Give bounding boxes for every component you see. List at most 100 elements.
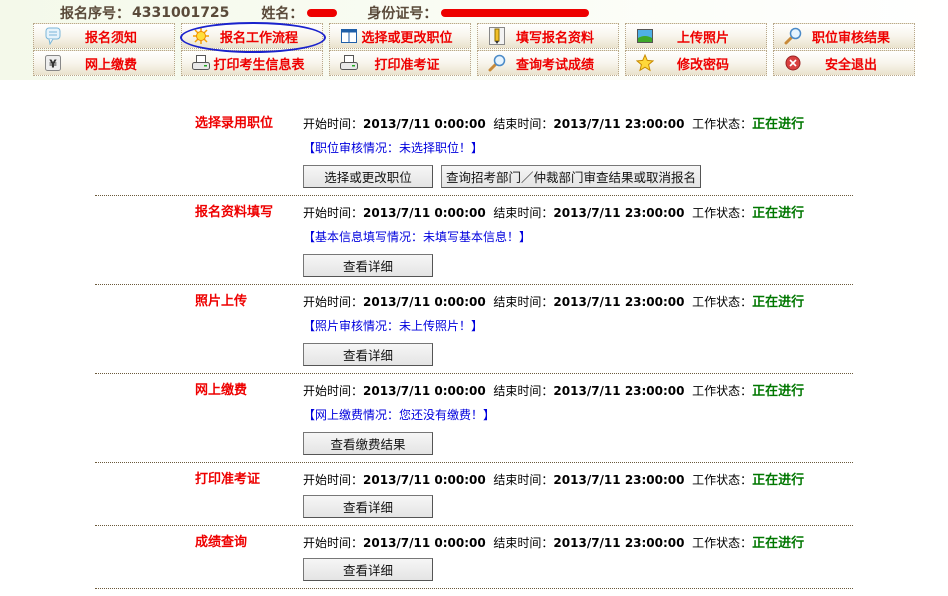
separator <box>95 462 853 463</box>
end-value: 2013/7/11 23:00:00 <box>553 117 685 131</box>
end-label: 结束时间： <box>493 473 554 487</box>
view-details-button[interactable]: 查看详细 <box>303 343 433 366</box>
menu-item-notice[interactable]: 报名须知 <box>33 23 175 49</box>
menu-item-query-score[interactable]: 查询考试成绩 <box>477 50 619 76</box>
star-icon <box>636 54 654 72</box>
menu-item-select-position[interactable]: 选择或更改职位 <box>329 23 471 49</box>
id-number: 身份证号： <box>367 3 590 23</box>
menu-item-label: 上传照片 <box>676 30 729 46</box>
magnifier-icon <box>488 54 506 72</box>
id-label: 身份证号： <box>367 6 438 22</box>
menu-item-label: 打印考生信息表 <box>213 57 305 73</box>
menu-item-online-payment[interactable]: ¥ 网上缴费 <box>33 50 175 76</box>
status-label: 工作状态： <box>692 295 753 309</box>
status-value: 正在进行 <box>752 295 805 310</box>
menu-item-fill-info[interactable]: 填写报名资料 <box>477 23 619 49</box>
start-label: 开始时间： <box>303 206 364 220</box>
step-note: 【职位审核情况：未选择职位！】 <box>303 141 484 155</box>
step-title: 照片上传 <box>195 294 248 309</box>
menu-item-upload-photo[interactable]: 上传照片 <box>625 23 767 49</box>
reg-no-label: 报名序号： <box>60 6 130 22</box>
menu-item-position-review[interactable]: 职位审核结果 <box>773 23 915 49</box>
status-value: 正在进行 <box>752 536 805 551</box>
step-note: 【网上缴费情况：您还没有缴费！】 <box>303 408 496 422</box>
menu-item-label: 网上缴费 <box>84 57 137 73</box>
menu-item-print-info-sheet[interactable]: 打印考生信息表 <box>181 50 323 76</box>
step-time: 开始时间：2013/7/11 0:00:00 结束时间：2013/7/11 23… <box>303 291 804 310</box>
step-title: 网上缴费 <box>195 383 248 398</box>
status-value: 正在进行 <box>752 206 805 221</box>
start-value: 2013/7/11 0:00:00 <box>363 206 486 220</box>
start-value: 2013/7/11 0:00:00 <box>363 384 486 398</box>
separator <box>95 525 853 526</box>
exit-circle-icon <box>784 54 802 72</box>
pencil-icon <box>488 27 506 45</box>
status-label: 工作状态： <box>692 384 753 398</box>
step-title: 报名资料填写 <box>195 205 274 220</box>
menu-item-label: 安全退出 <box>824 57 877 73</box>
view-details-button[interactable]: 查看详细 <box>303 558 433 581</box>
step-time: 开始时间：2013/7/11 0:00:00 结束时间：2013/7/11 23… <box>303 113 804 132</box>
end-label: 结束时间： <box>493 206 554 220</box>
window-icon <box>340 27 358 45</box>
separator <box>95 588 853 589</box>
end-value: 2013/7/11 23:00:00 <box>553 536 685 550</box>
end-value: 2013/7/11 23:00:00 <box>553 295 685 309</box>
start-value: 2013/7/11 0:00:00 <box>363 117 486 131</box>
printer-icon <box>192 54 210 72</box>
view-details-button[interactable]: 查看详细 <box>303 254 433 277</box>
select-position-button[interactable]: 选择或更改职位 <box>303 165 433 188</box>
status-label: 工作状态： <box>692 117 753 131</box>
menu-item-change-password[interactable]: 修改密码 <box>625 50 767 76</box>
menu-item-label: 查询考试成绩 <box>515 57 594 73</box>
status-value: 正在进行 <box>752 117 805 132</box>
magnifier-icon <box>784 27 802 45</box>
menu-item-logout[interactable]: 安全退出 <box>773 50 915 76</box>
menu-item-print-admission[interactable]: 打印准考证 <box>329 50 471 76</box>
separator <box>95 195 853 196</box>
yuan-icon: ¥ <box>44 54 62 72</box>
status-value: 正在进行 <box>752 384 805 399</box>
candidate-info: 报名序号： 4331001725 姓名： 身份证号： <box>60 3 590 23</box>
end-value: 2013/7/11 23:00:00 <box>553 206 685 220</box>
menu-item-label: 职位审核结果 <box>811 30 890 46</box>
step-title: 选择录用职位 <box>195 116 274 131</box>
menu-item-label: 修改密码 <box>676 57 729 73</box>
step-title: 打印准考证 <box>195 472 261 487</box>
query-review-or-cancel-button[interactable]: 查询招考部门／仲裁部门审查结果或取消报名 <box>441 165 701 188</box>
step-time: 开始时间：2013/7/11 0:00:00 结束时间：2013/7/11 23… <box>303 532 804 551</box>
step-note: 【基本信息填写情况：未填写基本信息！】 <box>303 230 532 244</box>
landscape-photo-icon <box>636 27 654 45</box>
start-value: 2013/7/11 0:00:00 <box>363 473 486 487</box>
end-value: 2013/7/11 23:00:00 <box>553 473 685 487</box>
separator <box>95 284 853 285</box>
speech-bubble-icon <box>44 27 62 45</box>
candidate-name: 姓名： <box>261 3 338 23</box>
reg-no-value: 4331001725 <box>132 5 230 21</box>
view-payment-result-button[interactable]: 查看缴费结果 <box>303 432 433 455</box>
end-label: 结束时间： <box>493 117 554 131</box>
status-label: 工作状态： <box>692 473 753 487</box>
main-menu: 报名须知 报名工作流程 选择或更改职位 填写报名资料 上传照片 职位审核结果 ¥ <box>33 23 921 76</box>
sun-icon <box>192 27 210 45</box>
end-value: 2013/7/11 23:00:00 <box>553 384 685 398</box>
step-title: 成绩查询 <box>195 535 248 550</box>
step-time: 开始时间：2013/7/11 0:00:00 结束时间：2013/7/11 23… <box>303 469 804 488</box>
start-label: 开始时间： <box>303 473 364 487</box>
end-label: 结束时间： <box>493 384 554 398</box>
view-details-button[interactable]: 查看详细 <box>303 495 433 518</box>
id-redaction <box>441 9 590 17</box>
step-note: 【照片审核情况：未上传照片！】 <box>303 319 484 333</box>
start-value: 2013/7/11 0:00:00 <box>363 295 486 309</box>
start-value: 2013/7/11 0:00:00 <box>363 536 486 550</box>
step-time: 开始时间：2013/7/11 0:00:00 结束时间：2013/7/11 23… <box>303 202 804 221</box>
menu-item-label: 打印准考证 <box>374 57 440 73</box>
status-value: 正在进行 <box>752 473 805 488</box>
menu-item-label: 报名工作流程 <box>219 30 298 46</box>
separator <box>95 373 853 374</box>
status-label: 工作状态： <box>692 536 753 550</box>
name-redaction <box>307 9 338 17</box>
menu-item-workflow[interactable]: 报名工作流程 <box>181 23 323 49</box>
end-label: 结束时间： <box>493 536 554 550</box>
start-label: 开始时间： <box>303 117 364 131</box>
